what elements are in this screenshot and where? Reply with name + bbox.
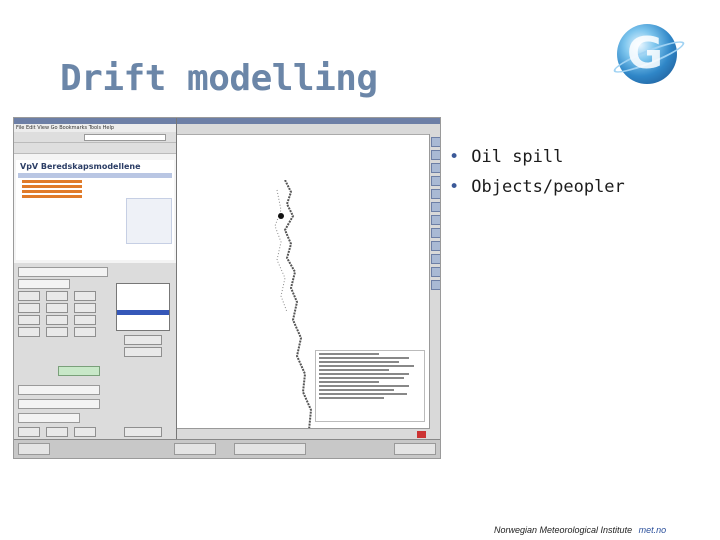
spill-marker <box>278 213 284 219</box>
slide-title: Drift modelling <box>60 58 378 99</box>
panel-button <box>46 427 68 437</box>
panel-button <box>74 291 96 301</box>
panel-button <box>46 291 68 301</box>
browser-window: File Edit View Go Bookmarks Tools Help V… <box>14 118 177 263</box>
coastline-map <box>274 180 313 431</box>
panel-list-selection <box>117 310 169 315</box>
globe-logo-icon: G <box>611 24 687 84</box>
panel-button <box>124 335 162 345</box>
slide-footer: Norwegian Meteorological Institute met.n… <box>494 525 666 535</box>
desktop-taskbar <box>14 439 440 458</box>
browser-nav-bar <box>18 173 172 178</box>
browser-link <box>22 185 82 188</box>
coastline-path-inner <box>274 189 288 313</box>
coastline-path <box>283 180 313 431</box>
map-side-toolbar <box>429 134 440 440</box>
panel-highlight-button <box>58 366 100 376</box>
panel-button <box>18 315 40 325</box>
panel-button <box>74 315 96 325</box>
panel-field <box>18 413 80 423</box>
taskbar-item <box>174 443 216 455</box>
panel-slider <box>18 385 100 395</box>
panel-field <box>18 279 70 289</box>
panel-button <box>18 291 40 301</box>
panel-button <box>124 347 162 357</box>
browser-menubar: File Edit View Go Bookmarks Tools Help <box>14 124 176 132</box>
browser-page: VpV Beredskapsmodellene <box>16 160 174 260</box>
panel-slider <box>18 399 100 409</box>
browser-url-bar <box>84 134 166 141</box>
embedded-screenshot: File Edit View Go Bookmarks Tools Help V… <box>13 117 441 459</box>
browser-link <box>22 195 82 198</box>
map-window <box>176 118 440 440</box>
panel-button <box>74 427 96 437</box>
browser-search-toolbar <box>14 143 176 154</box>
panel-button <box>18 427 40 437</box>
browser-side-box <box>126 198 172 244</box>
map-toolbar <box>177 124 440 135</box>
map-info-panel <box>315 350 425 422</box>
bullet-item: • Objects/peopler <box>449 177 625 197</box>
taskbar-clock <box>394 443 436 455</box>
footer-url: met.no <box>638 525 667 535</box>
taskbar-item <box>234 443 306 455</box>
browser-toolbar <box>14 132 176 143</box>
panel-button <box>46 315 68 325</box>
map-stop-button <box>417 431 426 438</box>
panel-button <box>18 327 40 337</box>
browser-link <box>22 180 82 183</box>
panel-button <box>46 327 68 337</box>
panel-listbox <box>116 283 170 331</box>
bullet-list: • Oil spill • Objects/peopler <box>449 146 625 206</box>
panel-button <box>74 303 96 313</box>
browser-link <box>22 190 82 193</box>
panel-button <box>74 327 96 337</box>
browser-page-heading: VpV Beredskapsmodellene <box>20 162 141 171</box>
panel-button <box>18 303 40 313</box>
panel-button <box>46 303 68 313</box>
panel-button <box>124 427 162 437</box>
panel-dropdown <box>18 267 108 277</box>
taskbar-item <box>18 443 50 455</box>
globe-letter-mark: G <box>627 28 664 79</box>
control-panel <box>14 263 177 448</box>
bullet-item: • Oil spill <box>449 147 564 167</box>
footer-org: Norwegian Meteorological Institute <box>494 525 633 535</box>
